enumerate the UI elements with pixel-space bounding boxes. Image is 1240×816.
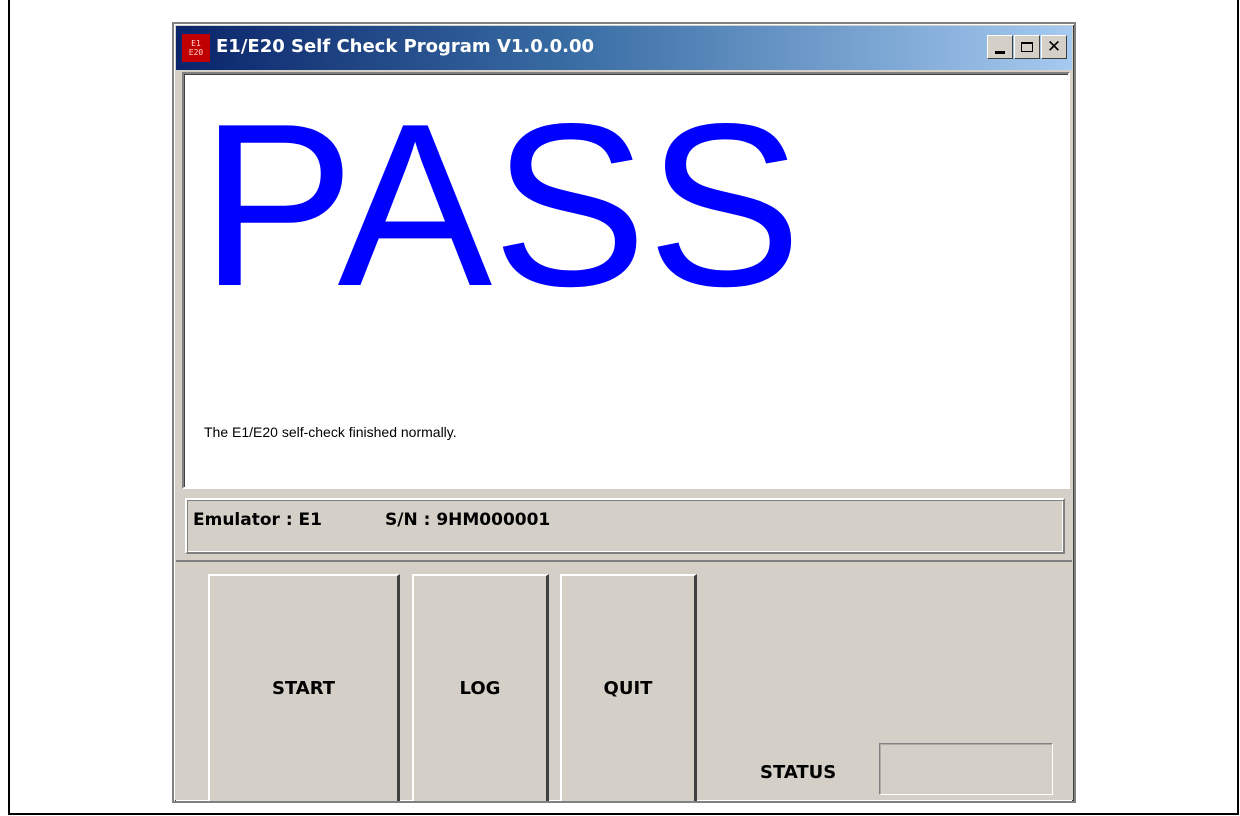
close-button[interactable]: ✕ (1041, 35, 1067, 59)
control-area: START LOG QUIT STATUS (176, 560, 1072, 801)
app-icon-line-1: E1 (191, 39, 201, 48)
status-label: STATUS (760, 762, 837, 783)
window-title: E1/E20 Self Check Program V1.0.0.00 (216, 36, 595, 57)
emulator-label: Emulator : E1 (193, 510, 322, 530)
emulator-info-bar: Emulator : E1 S/N : 9HM000001 (185, 498, 1065, 554)
minimize-icon (995, 50, 1005, 54)
minimize-button[interactable] (987, 35, 1013, 59)
title-bar[interactable]: E1 E20 E1/E20 Self Check Program V1.0.0.… (176, 26, 1072, 70)
log-button[interactable]: LOG (412, 574, 549, 801)
start-button[interactable]: START (208, 574, 400, 801)
close-icon: ✕ (1046, 36, 1062, 57)
result-panel: PASS The E1/E20 self-check finished norm… (182, 72, 1070, 489)
maximize-button[interactable] (1014, 35, 1040, 59)
serial-number-label: S/N : 9HM000001 (385, 510, 551, 530)
status-indicator (879, 743, 1053, 795)
app-icon[interactable]: E1 E20 (182, 34, 210, 62)
maximize-icon (1021, 42, 1033, 52)
quit-button[interactable]: QUIT (560, 574, 697, 801)
result-verdict: PASS (200, 76, 802, 335)
self-check-window: E1 E20 E1/E20 Self Check Program V1.0.0.… (172, 22, 1076, 803)
app-icon-line-2: E20 (188, 48, 204, 57)
result-message: The E1/E20 self-check finished normally. (204, 424, 457, 440)
